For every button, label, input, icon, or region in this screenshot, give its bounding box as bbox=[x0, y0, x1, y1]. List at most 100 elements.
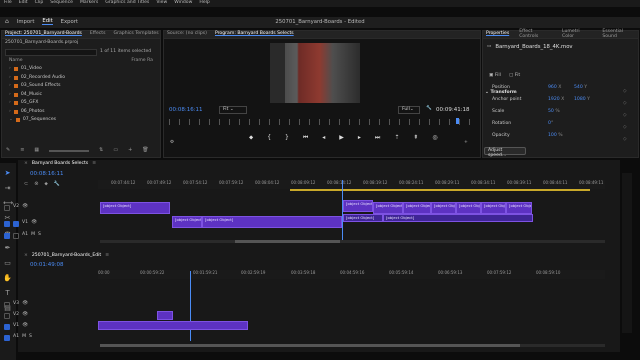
grid-view-icon[interactable]: ▦ bbox=[34, 148, 39, 153]
play-icon[interactable]: ▶ bbox=[339, 135, 344, 141]
pencil-icon[interactable]: ✎ bbox=[6, 148, 10, 153]
marker-icon[interactable]: ⬥ bbox=[44, 182, 48, 187]
timeline-clip[interactable]: [object Object] bbox=[373, 202, 403, 214]
menu-edit[interactable]: Edit bbox=[19, 1, 28, 6]
timeline-scrollbar[interactable] bbox=[100, 344, 605, 347]
step-back-icon[interactable]: ◂ bbox=[322, 135, 325, 141]
sort-icon[interactable]: ⇅ bbox=[99, 148, 103, 153]
timeline-clip[interactable]: [object Object] bbox=[172, 216, 202, 228]
home-icon[interactable]: ⌂ bbox=[5, 19, 9, 25]
sequence-tab[interactable]: 250701_Barnyard-Boards_Edit bbox=[32, 253, 101, 259]
menu-clip[interactable]: Clip bbox=[35, 1, 44, 6]
tab-lumetri-color[interactable]: Lumetri Color bbox=[562, 29, 592, 39]
project-search-input[interactable] bbox=[5, 48, 97, 56]
fit-button[interactable]: ▢ Fit bbox=[509, 73, 520, 79]
program-timecode[interactable]: 00:08:16:11 bbox=[169, 107, 203, 114]
tab-program[interactable]: Program: Barnyard Boards Selects bbox=[215, 32, 294, 37]
tab-graphics-templates[interactable]: Graphics Templates bbox=[114, 32, 159, 37]
wrench-icon[interactable]: 🔧 bbox=[54, 182, 60, 187]
wrench-icon[interactable]: 🔧 bbox=[426, 106, 432, 112]
mute-icon[interactable]: M bbox=[31, 233, 35, 238]
playhead-marker[interactable] bbox=[456, 118, 459, 124]
timeline-ruler[interactable]: 00:00 00:00:59:22 00:01:59:21 00:02:59:1… bbox=[98, 270, 605, 279]
linked-icon[interactable]: ⊗ bbox=[34, 182, 38, 187]
timeline-clip[interactable] bbox=[98, 321, 248, 330]
tab-export[interactable]: Export bbox=[61, 19, 78, 25]
menu-sequence[interactable]: Sequence bbox=[50, 1, 73, 6]
sequence-timecode[interactable]: 00:08:16:11 bbox=[30, 171, 64, 178]
new-bin-icon[interactable]: ▭ bbox=[113, 148, 118, 153]
track-header[interactable]: A1 M S bbox=[0, 230, 96, 241]
track-header[interactable]: V1 👁 bbox=[0, 321, 96, 332]
scale-value[interactable]: 50 % bbox=[548, 109, 560, 115]
column-name[interactable]: Name bbox=[9, 58, 23, 64]
hand-icon[interactable]: ✋ bbox=[3, 274, 12, 283]
track-select-icon[interactable]: ⇥ bbox=[3, 184, 12, 193]
keyframe-icon[interactable]: ◇ bbox=[623, 86, 627, 98]
zoom-slider[interactable] bbox=[49, 150, 90, 152]
transform-section[interactable]: ⌄ Transform bbox=[485, 90, 517, 96]
menu-markers[interactable]: Markers bbox=[80, 1, 98, 6]
list-item[interactable]: ⌄ 07_Sequences bbox=[2, 116, 160, 125]
tab-source[interactable]: Source: (no clips) bbox=[167, 32, 207, 37]
track-header[interactable]: V2 👁 bbox=[0, 310, 96, 321]
timeline-clip[interactable]: [object Object] bbox=[100, 202, 170, 214]
track-header[interactable]: V1 👁 bbox=[0, 218, 96, 229]
mute-icon[interactable]: M bbox=[22, 335, 26, 340]
add-marker-icon[interactable]: ⬥ bbox=[249, 135, 253, 141]
timeline-clip[interactable]: [object Object] bbox=[506, 202, 532, 214]
eye-icon[interactable]: 👁 bbox=[22, 205, 28, 210]
tab-project[interactable]: Project: 250701_Barnyard-Boards bbox=[5, 32, 82, 37]
snap-icon[interactable]: ⊂ bbox=[24, 182, 28, 187]
pen-icon[interactable]: ✒ bbox=[3, 244, 12, 253]
menu-icon[interactable]: ≡ bbox=[92, 161, 96, 167]
menu-file[interactable]: File bbox=[4, 1, 12, 6]
solo-icon[interactable]: S bbox=[29, 335, 32, 340]
trash-icon[interactable]: 🗑 bbox=[142, 148, 148, 153]
list-item[interactable]: › 02_Recorded Audio bbox=[2, 74, 160, 83]
go-to-in-icon[interactable]: ⏮ bbox=[303, 135, 308, 141]
new-item-icon[interactable]: + bbox=[128, 148, 132, 153]
timeline-ruler[interactable]: 00:07:44:12 00:07:49:12 00:07:54:12 00:0… bbox=[98, 180, 605, 189]
sequence-tab[interactable]: Barnyard Boards Selects bbox=[32, 161, 88, 167]
tab-properties[interactable]: Properties bbox=[486, 32, 509, 37]
sequence-timecode[interactable]: 00:01:49:08 bbox=[30, 262, 64, 269]
tab-effect-controls[interactable]: Effect Controls bbox=[519, 29, 552, 39]
eye-icon[interactable]: 👁 bbox=[22, 313, 28, 318]
opacity-value[interactable]: 100 % bbox=[548, 133, 563, 139]
tab-import[interactable]: Import bbox=[17, 19, 35, 25]
playhead[interactable] bbox=[190, 271, 191, 341]
list-item[interactable]: › 01_Video bbox=[2, 65, 160, 74]
timeline-clip[interactable] bbox=[157, 311, 173, 320]
close-icon[interactable]: × bbox=[24, 161, 28, 167]
eye-icon[interactable]: 👁 bbox=[22, 302, 28, 307]
menu-view[interactable]: View bbox=[156, 1, 167, 6]
eye-icon[interactable]: 👁 bbox=[31, 221, 37, 226]
list-view-icon[interactable]: ≡ bbox=[20, 148, 24, 153]
track-header[interactable]: V3 👁 bbox=[0, 299, 96, 310]
lift-icon[interactable]: ⇡ bbox=[394, 135, 399, 141]
extract-icon[interactable]: ⇞ bbox=[413, 135, 418, 141]
add-button-icon[interactable]: + bbox=[464, 140, 468, 146]
keyframe-icon[interactable]: ◇ bbox=[623, 98, 627, 110]
track-header[interactable]: V2 👁 bbox=[0, 202, 96, 213]
quality-dropdown[interactable]: Full⌄ bbox=[398, 106, 420, 114]
list-item[interactable]: › 06_Photos bbox=[2, 108, 160, 117]
step-forward-icon[interactable]: ▸ bbox=[358, 135, 361, 141]
timeline-clip[interactable]: [object Object] bbox=[431, 202, 456, 214]
anchor-y[interactable]: 1080 Y bbox=[574, 97, 590, 103]
track-header[interactable]: A1 M S bbox=[0, 332, 96, 343]
settings-icon[interactable]: ⚙ bbox=[170, 140, 174, 146]
list-item[interactable]: › 03_Sound Effects bbox=[2, 82, 160, 91]
timeline-clip[interactable]: [object Object] bbox=[456, 202, 481, 214]
mark-out-icon[interactable]: } bbox=[285, 135, 289, 141]
adjust-speed-button[interactable]: Adjust speed... bbox=[484, 147, 526, 157]
keyframe-icon[interactable]: ◇ bbox=[623, 122, 627, 134]
anchor-x[interactable]: 1920 X bbox=[548, 97, 564, 103]
menu-help[interactable]: Help bbox=[199, 1, 209, 6]
export-frame-icon[interactable]: ◎ bbox=[432, 135, 437, 141]
tab-effects[interactable]: Effects bbox=[90, 32, 106, 37]
mark-in-icon[interactable]: { bbox=[267, 135, 271, 141]
menu-graphics[interactable]: Graphics and Titles bbox=[105, 1, 149, 6]
rectangle-icon[interactable]: ▭ bbox=[3, 259, 12, 268]
